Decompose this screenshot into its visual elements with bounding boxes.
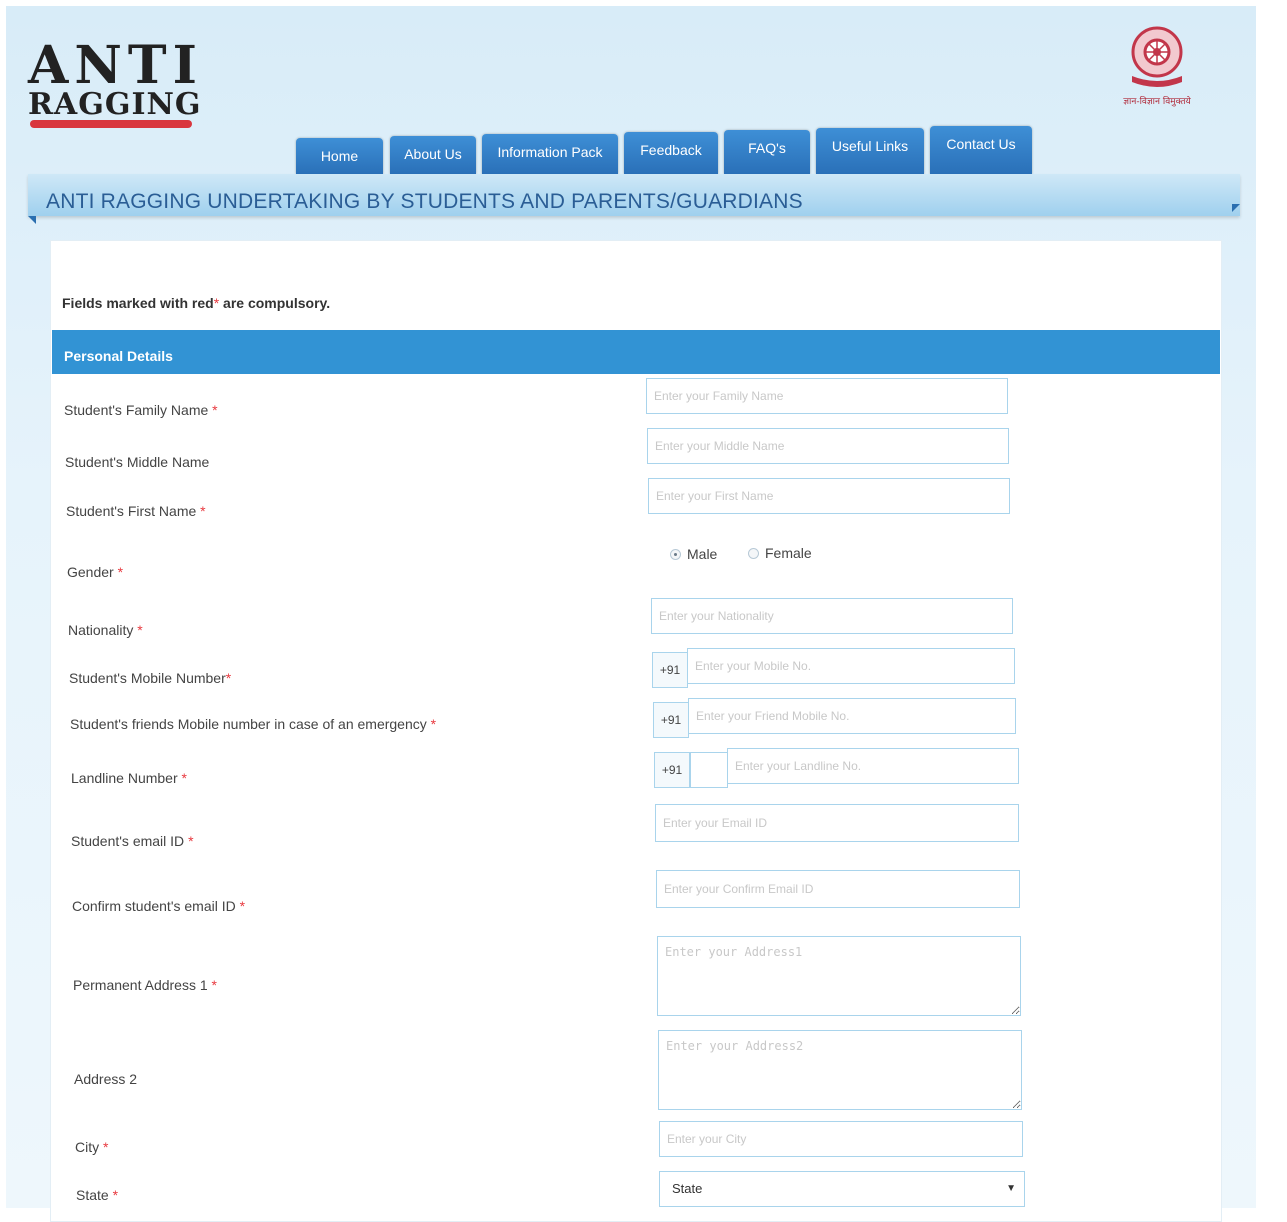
personal-details-header: Personal Details	[52, 330, 1220, 374]
friend-mobile-input[interactable]	[688, 698, 1016, 734]
confirm-email-input[interactable]	[656, 870, 1020, 908]
mobile-input[interactable]	[687, 648, 1015, 684]
section-title: Personal Details	[64, 348, 173, 364]
address1-textarea[interactable]	[657, 936, 1021, 1016]
anti-ragging-logo[interactable]: ANTI RAGGING	[28, 40, 203, 135]
first-name-label: Student's First Name *	[66, 503, 206, 519]
confirm-email-label: Confirm student's email ID *	[72, 898, 246, 914]
family-name-label: Student's Family Name *	[64, 402, 218, 418]
email-label: Student's email ID *	[71, 833, 194, 849]
state-selected-value: State	[672, 1181, 703, 1196]
tab-feedback[interactable]: Feedback	[624, 132, 718, 174]
city-input[interactable]	[659, 1121, 1023, 1157]
address2-textarea[interactable]	[658, 1030, 1022, 1110]
nationality-label: Nationality *	[68, 622, 143, 638]
address1-label: Permanent Address 1 *	[73, 977, 217, 993]
tab-contact-us[interactable]: Contact Us	[930, 126, 1032, 174]
friend-mobile-country-code: +91	[653, 702, 689, 738]
middle-name-label: Student's Middle Name	[65, 454, 210, 470]
dropdown-arrow-icon: ▼	[1006, 1183, 1016, 1194]
tab-about-us[interactable]: About Us	[390, 136, 476, 174]
main-nav: Home About Us Information Pack Feedback …	[296, 122, 1036, 174]
ugc-emblem: ज्ञान-विज्ञान विमुक्तये	[1112, 22, 1202, 110]
city-label: City *	[75, 1139, 109, 1155]
logo-line-2: RAGGING	[28, 87, 202, 122]
tab-faqs[interactable]: FAQ's	[724, 130, 810, 174]
tab-useful-links[interactable]: Useful Links	[816, 128, 924, 174]
gender-male-option[interactable]: Male	[670, 546, 717, 562]
compulsory-notice: Fields marked with red* are compulsory.	[62, 295, 331, 311]
page-title: ANTI RAGGING UNDERTAKING BY STUDENTS AND…	[46, 190, 803, 213]
logo-line-1: ANTI	[28, 35, 203, 96]
landline-std-code-input[interactable]	[690, 752, 728, 788]
emblem-caption: ज्ञान-विज्ञान विमुक्तये	[1123, 97, 1191, 107]
gender-female-option[interactable]: Female	[748, 545, 812, 561]
nationality-input[interactable]	[651, 598, 1013, 634]
state-label: State *	[76, 1187, 119, 1203]
landline-input[interactable]	[727, 748, 1019, 784]
landline-country-code: +91	[654, 752, 690, 788]
address2-label: Address 2	[74, 1071, 138, 1087]
mobile-country-code: +91	[652, 652, 688, 688]
mobile-label: Student's Mobile Number*	[69, 670, 232, 686]
female-radio[interactable]	[748, 548, 759, 559]
first-name-input[interactable]	[648, 478, 1010, 514]
friend-mobile-label: Student's friends Mobile number in case …	[70, 716, 437, 732]
tab-home[interactable]: Home	[296, 138, 383, 174]
logo-underline	[30, 120, 192, 128]
family-name-input[interactable]	[646, 378, 1008, 414]
male-radio[interactable]	[670, 549, 681, 560]
emblem-icon	[1131, 26, 1183, 87]
state-select[interactable]: State ▼	[659, 1171, 1025, 1207]
middle-name-input[interactable]	[647, 428, 1009, 464]
tab-information-pack[interactable]: Information Pack	[482, 134, 618, 174]
gender-label: Gender *	[67, 564, 124, 580]
email-input[interactable]	[655, 804, 1019, 842]
landline-label: Landline Number *	[71, 770, 187, 786]
